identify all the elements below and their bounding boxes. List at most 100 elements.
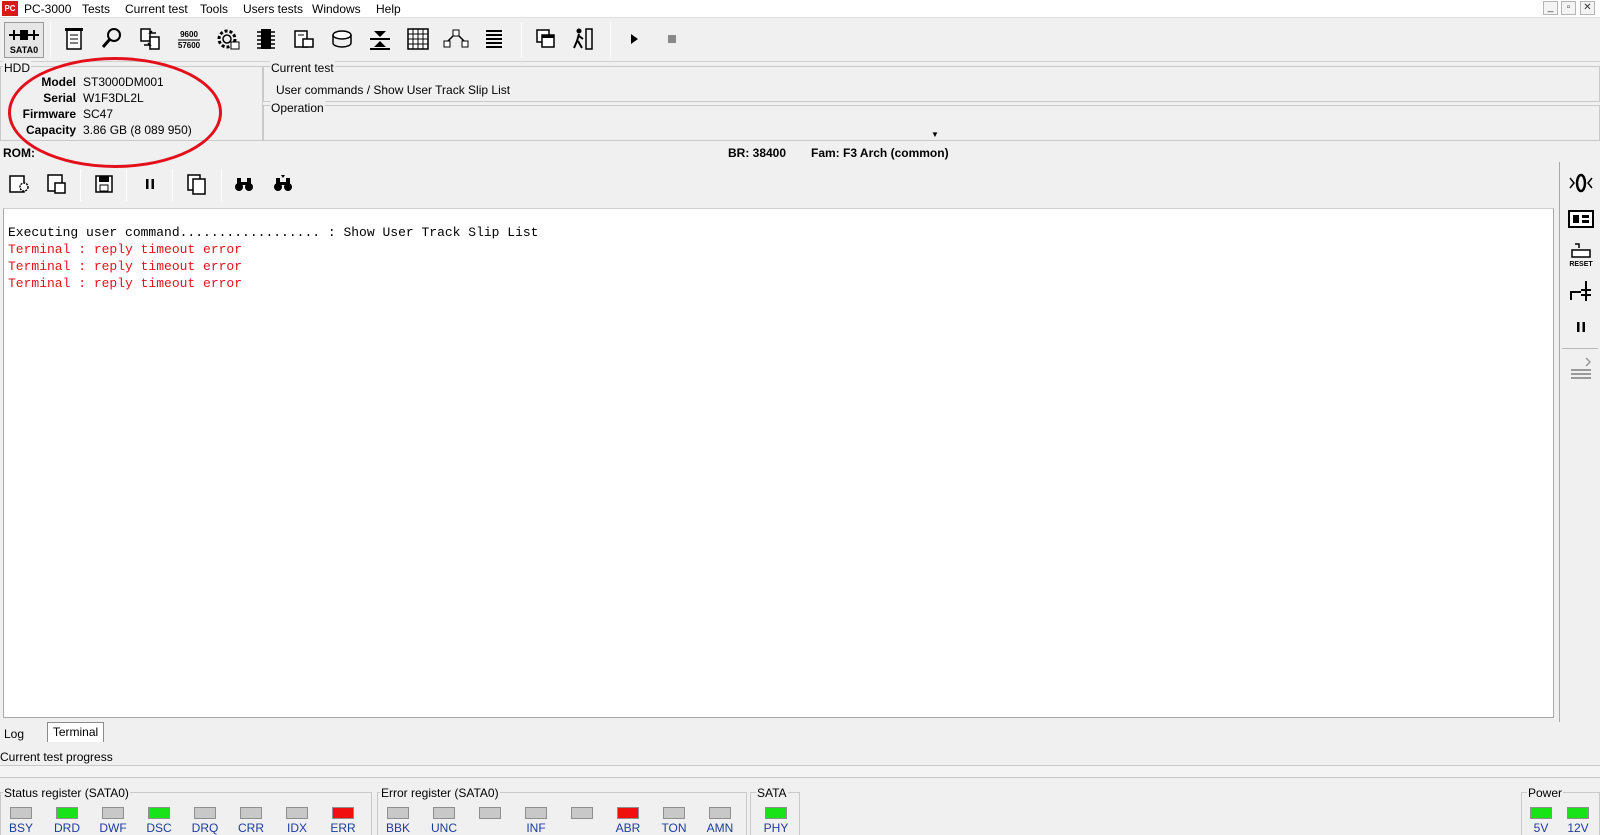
restore-button[interactable]: ▫	[1561, 1, 1576, 15]
gear-icon	[217, 29, 240, 50]
grid-icon	[407, 28, 429, 50]
find-button[interactable]	[232, 172, 256, 196]
led-indicator	[102, 807, 124, 819]
tab-log[interactable]: Log	[0, 723, 47, 743]
current-test-title: Current test	[270, 61, 335, 75]
current-test-value: User commands / Show User Track Slip Lis…	[276, 83, 511, 97]
chip-icon	[257, 29, 275, 49]
led-label: PHY	[763, 821, 789, 835]
sata-port-button[interactable]: SATA0	[4, 22, 44, 58]
family-status: Fam: F3 Arch (common)	[811, 146, 949, 160]
led-label: TON	[661, 821, 687, 835]
list-button[interactable]	[480, 23, 508, 55]
power-switch-icon	[1569, 173, 1593, 193]
hdd-serial-row: Serial W1F3DL2L	[8, 91, 258, 107]
search-tool-button[interactable]	[98, 23, 126, 55]
hdd-model-row: Model ST3000DM001	[8, 75, 258, 91]
settings-gear-button[interactable]	[214, 23, 242, 55]
current-test-progress-bar	[0, 765, 1600, 778]
magnifier-icon	[101, 28, 121, 48]
grid-table-button[interactable]	[404, 23, 432, 55]
scroll-icon	[65, 28, 83, 50]
menu-pc3000[interactable]: PC-3000	[24, 2, 71, 17]
baud-bottom-text: 57600	[178, 41, 201, 50]
hdd-info-button[interactable]	[290, 23, 318, 55]
stop-button[interactable]	[658, 23, 686, 55]
led-indicator	[765, 807, 787, 819]
toolbar-separator	[172, 169, 173, 201]
pause-log-button[interactable]	[138, 172, 162, 196]
menu-users-tests[interactable]: Users tests	[243, 2, 303, 17]
copy-windows-button[interactable]	[532, 23, 560, 55]
status-register-title: Status register (SATA0)	[3, 786, 130, 800]
heads-disabled-icon	[1571, 357, 1592, 379]
copy-log-button[interactable]	[185, 172, 209, 196]
heads-button[interactable]	[366, 23, 394, 55]
hdd-capacity-label: Capacity	[25, 123, 76, 137]
menu-windows[interactable]: Windows	[312, 2, 361, 17]
led-indicator	[479, 807, 501, 819]
led-label: ABR	[615, 821, 641, 835]
scroll-doc-button[interactable]	[60, 23, 88, 55]
pause-side-button[interactable]	[1566, 312, 1596, 342]
led-indicator	[1567, 807, 1589, 819]
led-indicator	[617, 807, 639, 819]
floppy-icon	[95, 175, 113, 193]
hdd-firmware-label: Firmware	[22, 107, 76, 121]
menu-tools[interactable]: Tools	[200, 2, 228, 17]
menu-help[interactable]: Help	[376, 2, 401, 17]
toolbar-separator	[221, 169, 222, 201]
chip-button[interactable]	[252, 23, 280, 55]
binoculars-icon	[235, 178, 253, 191]
right-sidebar: RESET	[1559, 162, 1600, 722]
hdd-capacity-value: 3.86 GB (8 089 950)	[83, 123, 192, 137]
power-toggle-button[interactable]	[1566, 168, 1596, 198]
run-button[interactable]	[620, 23, 648, 55]
led-label: INF	[526, 821, 546, 835]
heads-side-button[interactable]	[1566, 354, 1596, 384]
exit-button[interactable]	[570, 23, 598, 55]
doc-save-icon	[47, 174, 66, 194]
log-export-button[interactable]	[45, 172, 69, 196]
find-next-button[interactable]	[271, 172, 295, 196]
baud-rate-button[interactable]: 9600 57600	[175, 23, 203, 55]
menu-current-test[interactable]: Current test	[125, 2, 188, 17]
minimize-button[interactable]: _	[1543, 1, 1558, 15]
log-settings-button[interactable]	[7, 172, 31, 196]
led-indicator	[56, 807, 78, 819]
network-button[interactable]	[442, 23, 470, 55]
operation-title: Operation	[270, 101, 325, 115]
menu-tests[interactable]: Tests	[82, 2, 110, 17]
led-label: DSC	[146, 821, 172, 835]
disk-icon	[332, 30, 352, 48]
play-icon	[631, 34, 638, 44]
toolbar-separator	[610, 23, 611, 57]
exit-door-icon	[573, 28, 593, 50]
log-output-area[interactable]: Executing user command..................…	[3, 208, 1554, 718]
app-logo-icon: PC	[2, 1, 18, 16]
network-icon	[443, 29, 469, 48]
power-group-title: Power	[1527, 786, 1564, 800]
sata-group-title: SATA	[756, 786, 788, 800]
tab-terminal[interactable]: Terminal	[47, 722, 104, 742]
drive-info-icon	[294, 30, 314, 48]
save-log-button[interactable]	[92, 172, 116, 196]
hdd-capacity-row: Capacity 3.86 GB (8 089 950)	[8, 123, 258, 139]
close-button[interactable]: ✕	[1580, 1, 1595, 15]
chevron-down-icon[interactable]: ▼	[931, 130, 939, 139]
pause-icon	[1577, 322, 1585, 332]
led-indicator	[1530, 807, 1552, 819]
board-button[interactable]	[1566, 204, 1596, 234]
baud-rate-status: BR: 38400	[728, 146, 787, 160]
led-indicator	[571, 807, 593, 819]
connector-button[interactable]	[1566, 276, 1596, 306]
pause-icon	[146, 179, 154, 189]
reset-button[interactable]: RESET	[1566, 240, 1596, 270]
disk-button[interactable]	[328, 23, 356, 55]
log-line-error: Terminal : reply timeout error	[8, 242, 243, 257]
led-label: DWF	[99, 821, 127, 835]
transfer-button[interactable]	[136, 23, 164, 55]
led-indicator	[332, 807, 354, 819]
log-toolbar	[0, 162, 1560, 209]
led-label: UNC	[431, 821, 457, 835]
